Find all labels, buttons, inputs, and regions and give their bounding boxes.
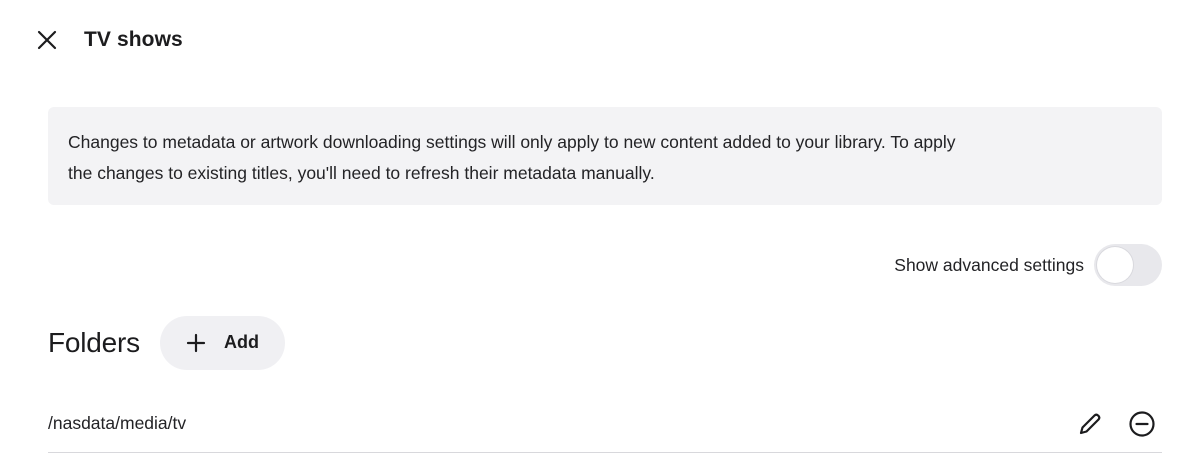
close-icon xyxy=(37,30,57,50)
page-title: TV shows xyxy=(84,28,183,51)
folder-path: /nasdata/media/tv xyxy=(48,413,187,433)
close-button[interactable] xyxy=(30,23,64,57)
advanced-settings-toggle[interactable] xyxy=(1094,244,1162,286)
folders-section-header: Folders Add xyxy=(48,315,285,370)
library-settings-panel: TV shows Changes to metadata or artwork … xyxy=(0,0,1200,475)
add-folder-button[interactable]: Add xyxy=(159,315,285,370)
folder-list-item: /nasdata/media/tv xyxy=(48,395,1162,453)
notice-line-2: the changes to existing titles, you'll n… xyxy=(68,163,655,183)
folders-title: Folders xyxy=(48,326,140,358)
advanced-settings-row: Show advanced settings xyxy=(894,243,1162,287)
folder-row-actions xyxy=(1070,404,1162,444)
plus-icon xyxy=(186,333,206,353)
minus-circle-icon xyxy=(1129,410,1155,437)
panel-header: TV shows xyxy=(30,20,183,60)
toggle-knob xyxy=(1097,247,1133,283)
add-folder-label: Add xyxy=(223,332,259,352)
advanced-settings-label: Show advanced settings xyxy=(894,254,1084,275)
edit-folder-button[interactable] xyxy=(1070,404,1110,444)
info-notice: Changes to metadata or artwork downloadi… xyxy=(48,107,1162,205)
notice-line-1: Changes to metadata or artwork downloadi… xyxy=(68,132,956,152)
pencil-icon xyxy=(1079,413,1101,434)
remove-folder-button[interactable] xyxy=(1122,404,1162,444)
